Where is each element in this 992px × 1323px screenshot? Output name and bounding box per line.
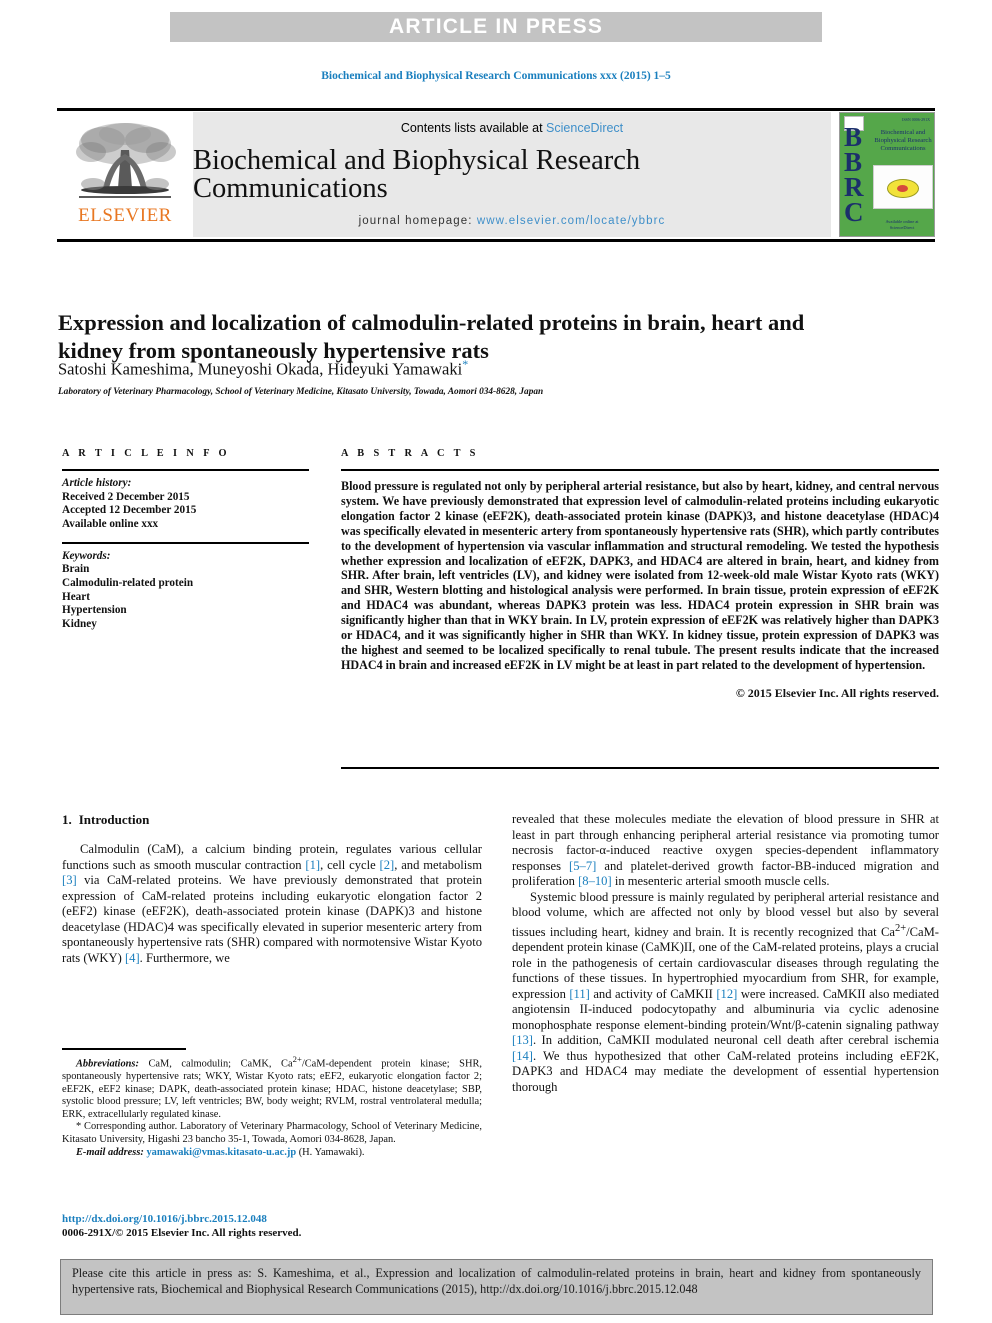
footnotes-block: Abbreviations: CaM, calmodulin; CaMK, Ca… xyxy=(62,1053,482,1159)
elsevier-tree-icon xyxy=(76,123,176,198)
journal-title: Biochemical and Biophysical Research Com… xyxy=(193,144,641,204)
intro-paragraph-2: Systemic blood pressure is mainly regula… xyxy=(512,890,939,1096)
citation-ref-1[interactable]: [1] xyxy=(305,858,320,872)
intro-paragraph-1: Calmodulin (CaM), a calcium binding prot… xyxy=(62,842,482,966)
contents-lists-prefix: Contents lists available at xyxy=(400,121,547,135)
intro-p1-part-e: . Furthermore, we xyxy=(139,950,230,965)
intro-p2-part-a: Systemic blood pressure is mainly regula… xyxy=(512,889,939,939)
corresponding-author-note: * Corresponding author. Laboratory of Ve… xyxy=(62,1121,482,1146)
email-label: E-mail address: xyxy=(76,1146,144,1158)
intro-p2-part-e: . In addition, CaMKII modulated neuronal… xyxy=(532,1033,939,1048)
article-history-block: Article history: Received 2 December 201… xyxy=(62,477,309,531)
introduction-number: 1. xyxy=(62,812,72,827)
journal-masthead: ELSEVIER Contents lists available at Sci… xyxy=(57,112,935,237)
intro-p2-part-c: and activity of CaMKII xyxy=(589,986,717,1001)
abstract-heading: A B S T R A C T S xyxy=(341,448,479,459)
abstract-rule-bottom xyxy=(341,767,939,769)
citation-ref-14[interactable]: [14] xyxy=(512,1049,533,1063)
citation-ref-4[interactable]: [4] xyxy=(125,951,140,965)
abbreviations-pre: CaM, calmodulin; CaMK, Ca xyxy=(138,1058,293,1070)
citation-ref-12[interactable]: [12] xyxy=(716,987,737,1001)
article-in-press-label: ARTICLE IN PRESS xyxy=(388,15,604,38)
email-owner: (H. Yamawaki). xyxy=(296,1146,365,1158)
doi-block: http://dx.doi.org/10.1016/j.bbrc.2015.12… xyxy=(62,1212,482,1240)
elsevier-wordmark: ELSEVIER xyxy=(78,205,172,226)
cover-nucleus-shape-icon xyxy=(897,185,908,192)
cover-footer-label: Available online at ScienceDirect xyxy=(885,219,919,230)
intro-p1-part-c: , and metabolism xyxy=(394,857,482,872)
contents-lists-line: Contents lists available at ScienceDirec… xyxy=(401,121,623,135)
issn-copyright-line: 0006-291X/© 2015 Elsevier Inc. All right… xyxy=(62,1227,302,1239)
keyword-3: Hypertension xyxy=(62,604,127,617)
intro-p1c-part-c: in mesenteric arterial smooth muscle cel… xyxy=(611,874,830,888)
doi-link[interactable]: http://dx.doi.org/10.1016/j.bbrc.2015.12… xyxy=(62,1212,482,1226)
journal-title-block: Contents lists available at ScienceDirec… xyxy=(193,112,831,237)
journal-homepage-label: journal homepage: xyxy=(358,215,477,227)
masthead-rule-top xyxy=(57,108,935,111)
corresponding-author-marker: * xyxy=(462,357,469,371)
journal-homepage-line: journal homepage: www.elsevier.com/locat… xyxy=(359,215,666,227)
footnote-separator-rule xyxy=(62,1048,186,1050)
article-in-press-banner: ARTICLE IN PRESS xyxy=(170,12,822,42)
article-history-item-2: Available online xxx xyxy=(62,517,159,530)
citation-ref-13[interactable]: [13] xyxy=(512,1033,533,1047)
abbreviations-note: Abbreviations: CaM, calmodulin; CaMK, Ca… xyxy=(62,1053,482,1121)
body-column-left: 1. Introduction Calmodulin (CaM), a calci… xyxy=(62,812,482,966)
cover-figure-icon xyxy=(873,165,933,209)
article-info-rule-1 xyxy=(62,469,309,471)
sciencedirect-link[interactable]: ScienceDirect xyxy=(546,121,623,135)
article-history-label: Article history: xyxy=(62,477,132,489)
intro-paragraph-1-cont: revealed that these molecules mediate th… xyxy=(512,812,939,890)
introduction-heading: 1. Introduction xyxy=(62,812,482,828)
email-note: E-mail address: yamawaki@vmas.kitasato-u… xyxy=(62,1147,482,1160)
article-info-section: A R T I C L E I N F O Article history: R… xyxy=(62,448,309,631)
masthead-rule-bottom xyxy=(57,239,935,242)
citation-ref-3[interactable]: [3] xyxy=(62,873,77,887)
abstract-text: Blood pressure is regulated not only by … xyxy=(341,479,939,672)
cover-bbrc-letters: BBRC xyxy=(844,122,864,227)
citation-ref-2[interactable]: [2] xyxy=(380,858,395,872)
article-info-rule-2 xyxy=(62,542,309,544)
abbreviations-label: Abbreviations: xyxy=(76,1058,139,1070)
please-cite-text: Please cite this article in press as: S.… xyxy=(72,1266,921,1296)
corresponding-author-text: Corresponding author. Laboratory of Vete… xyxy=(62,1121,482,1146)
author-affiliation: Laboratory of Veterinary Pharmacology, S… xyxy=(58,387,544,397)
body-column-right: revealed that these molecules mediate th… xyxy=(512,812,939,1095)
article-history-item-0: Received 2 December 2015 xyxy=(62,490,190,503)
intro-p1-part-b: , cell cycle xyxy=(320,857,380,872)
abstract-rule-top xyxy=(341,469,939,471)
abstract-copyright: © 2015 Elsevier Inc. All rights reserved… xyxy=(735,685,939,700)
citation-ref-5-7[interactable]: [5–7] xyxy=(569,859,596,873)
article-history-item-1: Accepted 12 December 2015 xyxy=(62,504,197,517)
cover-cell-shape-icon xyxy=(887,179,919,198)
keyword-4: Kidney xyxy=(62,617,97,630)
elsevier-logo: ELSEVIER xyxy=(57,112,193,237)
abstract-section: A B S T R A C T S Blood pressure is regu… xyxy=(341,448,939,701)
intro-p2-part-f: . We thus hypothesized that other CaM-re… xyxy=(512,1048,939,1094)
article-info-heading: A R T I C L E I N F O xyxy=(62,448,230,459)
journal-homepage-link[interactable]: www.elsevier.com/locate/ybbrc xyxy=(477,215,666,227)
abbreviations-superscript: 2+ xyxy=(292,1054,302,1064)
email-link[interactable]: yamawaki@vmas.kitasato-u.ac.jp xyxy=(146,1147,296,1158)
superscript-2-plus: 2+ xyxy=(894,922,907,934)
cover-issn-label: ISSN 0006-291X xyxy=(902,117,930,122)
running-head-citation: Biochemical and Biophysical Research Com… xyxy=(321,70,671,82)
keywords-label: Keywords: xyxy=(62,549,111,562)
keyword-1: Calmodulin-related protein xyxy=(62,577,194,590)
author-list: Satoshi Kameshima, Muneyoshi Okada, Hide… xyxy=(58,357,858,380)
cover-journal-title: Biochemical and Biophysical Research Com… xyxy=(874,129,932,152)
citation-ref-8-10[interactable]: [8–10] xyxy=(578,874,612,888)
author-names: Satoshi Kameshima, Muneyoshi Okada, Hide… xyxy=(58,359,463,379)
keywords-block: Keywords: Brain Calmodulin-related prote… xyxy=(62,550,309,632)
please-cite-box: Please cite this article in press as: S.… xyxy=(60,1259,933,1315)
keyword-0: Brain xyxy=(62,563,90,576)
citation-ref-11[interactable]: [11] xyxy=(569,987,590,1001)
keyword-2: Heart xyxy=(62,590,90,603)
journal-cover-thumbnail[interactable]: ISSN 0006-291X BBRC Biochemical and Biop… xyxy=(839,112,935,237)
introduction-label: Introduction xyxy=(78,812,150,827)
